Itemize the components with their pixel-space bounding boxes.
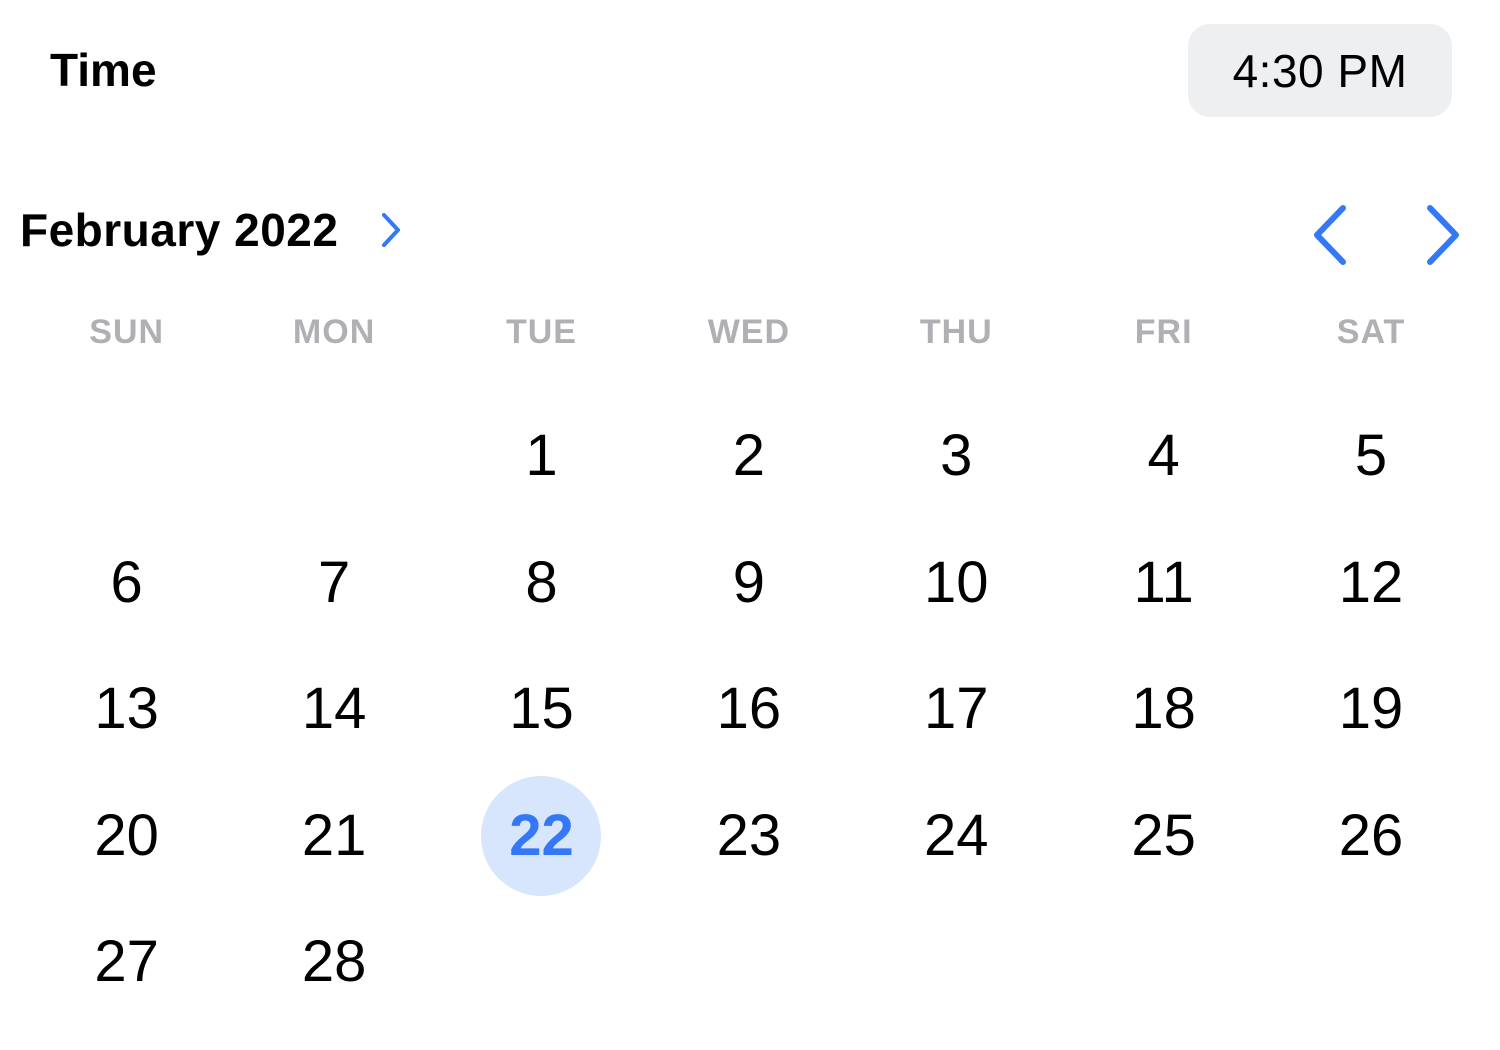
weekday-label: MON <box>292 313 376 351</box>
calendar-day[interactable]: 9 <box>689 523 809 643</box>
calendar-blank-cell <box>23 393 230 520</box>
calendar-day[interactable]: 26 <box>1311 776 1431 896</box>
calendar-day[interactable]: 21 <box>274 776 394 896</box>
calendar-day[interactable]: 3 <box>896 396 1016 516</box>
calendar-blank-cell <box>230 393 437 520</box>
calendar-day[interactable]: 2 <box>689 396 809 516</box>
calendar-day[interactable]: 27 <box>67 902 187 1022</box>
weekday-header: SUN MON TUE WED THU FRI SAT <box>23 310 1475 354</box>
calendar-day[interactable]: 16 <box>689 649 809 769</box>
calendar-day[interactable]: 17 <box>896 649 1016 769</box>
calendar-day[interactable]: 5 <box>1311 396 1431 516</box>
time-value-button[interactable]: 4:30 PM <box>1188 24 1452 117</box>
chevron-left-icon <box>1312 204 1348 271</box>
calendar-day[interactable]: 1 <box>481 396 601 516</box>
calendar-day[interactable]: 18 <box>1104 649 1224 769</box>
time-label: Time <box>50 44 157 96</box>
weekday-label: FRI <box>1134 313 1193 351</box>
calendar-day[interactable]: 6 <box>67 523 187 643</box>
weekday-label: SAT <box>1336 313 1406 351</box>
calendar-day[interactable]: 23 <box>689 776 809 896</box>
calendar-day[interactable]: 24 <box>896 776 1016 896</box>
calendar-day[interactable]: 15 <box>481 649 601 769</box>
calendar-day[interactable]: 25 <box>1104 776 1224 896</box>
calendar-day[interactable]: 12 <box>1311 523 1431 643</box>
previous-month-button[interactable] <box>1295 200 1365 274</box>
calendar-day[interactable]: 10 <box>896 523 1016 643</box>
calendar-day[interactable]: 13 <box>67 649 187 769</box>
weekday-label: SUN <box>89 313 165 351</box>
calendar-days-grid: 1 2 3 4 5 6 7 8 9 10 11 12 13 14 15 16 1… <box>23 393 1475 1026</box>
calendar-day[interactable]: 20 <box>67 776 187 896</box>
calendar-day[interactable]: 4 <box>1104 396 1224 516</box>
calendar-day[interactable]: 19 <box>1311 649 1431 769</box>
weekday-label: THU <box>919 313 993 351</box>
calendar-day[interactable]: 7 <box>274 523 394 643</box>
month-title: February 2022 <box>20 204 339 256</box>
chevron-right-icon <box>1425 204 1461 271</box>
month-year-toggle[interactable]: February 2022 <box>20 200 402 260</box>
calendar-day-selected[interactable]: 22 <box>481 775 602 896</box>
calendar-day[interactable]: 8 <box>481 523 601 643</box>
chevron-right-icon <box>380 212 402 248</box>
next-month-button[interactable] <box>1408 200 1478 274</box>
weekday-label: WED <box>707 313 791 351</box>
calendar-day[interactable]: 28 <box>274 902 394 1022</box>
weekday-label: TUE <box>505 313 577 351</box>
calendar-day[interactable]: 11 <box>1104 523 1224 643</box>
calendar-day[interactable]: 14 <box>274 649 394 769</box>
